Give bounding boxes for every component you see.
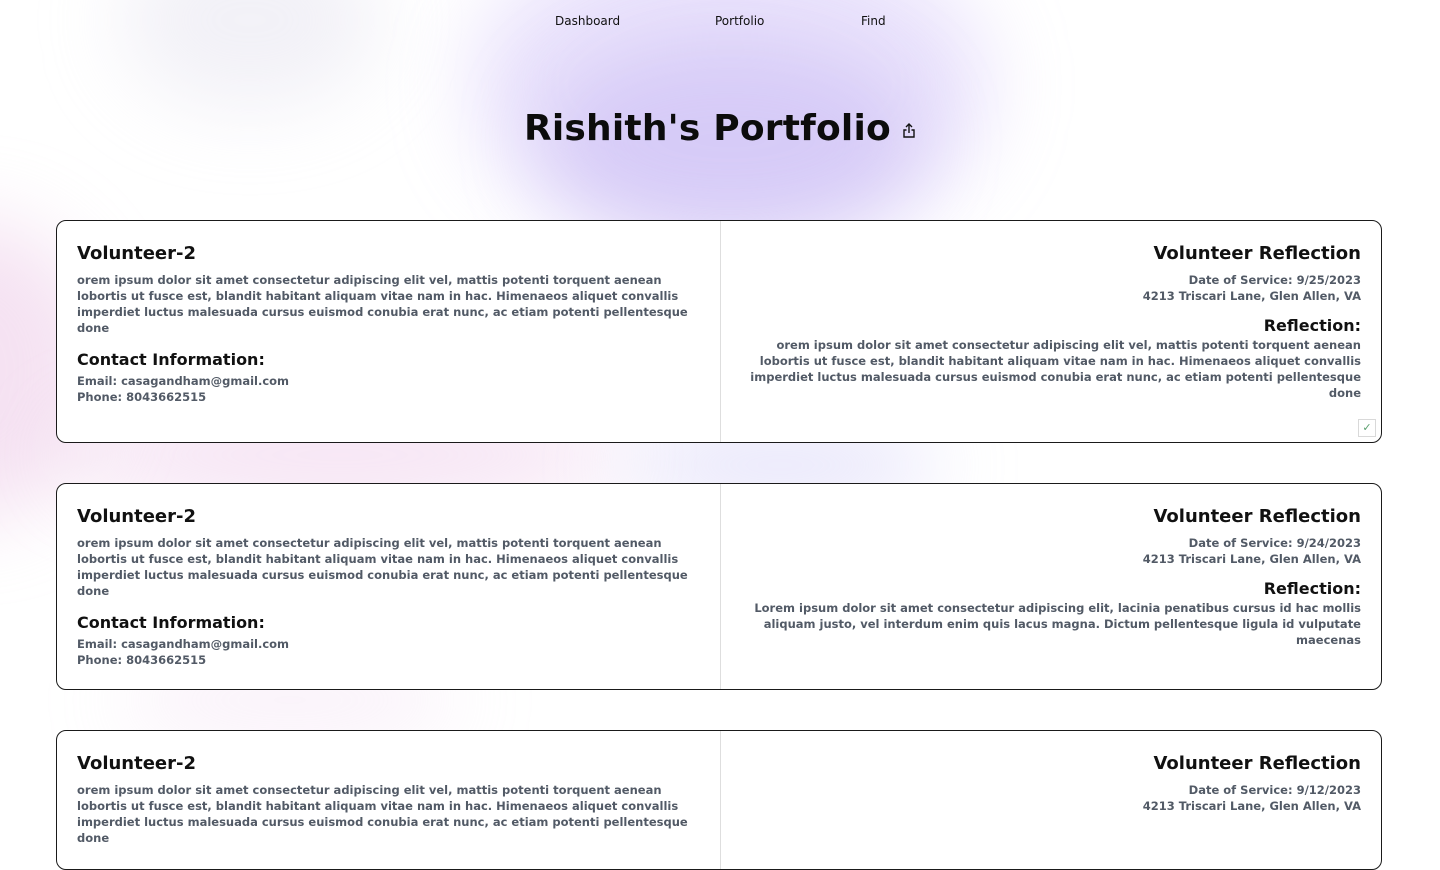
- reflection-heading: Volunteer Reflection: [741, 753, 1361, 774]
- reflection-heading: Volunteer Reflection: [741, 506, 1361, 527]
- service-date: Date of Service: 9/12/2023: [741, 782, 1361, 798]
- volunteer-reflection: Volunteer Reflection Date of Service: 9/…: [741, 506, 1361, 648]
- volunteer-reflection: Volunteer Reflection Date of Service: 9/…: [741, 243, 1361, 401]
- volunteer-description: orem ipsum dolor sit amet consectetur ad…: [77, 272, 697, 336]
- reflection-label: Reflection:: [741, 579, 1361, 598]
- volunteer-card: Volunteer-2 orem ipsum dolor sit amet co…: [56, 730, 1382, 870]
- contact-email: Email: casagandham@gmail.com: [77, 636, 697, 652]
- share-icon[interactable]: [902, 123, 916, 139]
- contact-phone: Phone: 8043662515: [77, 389, 697, 405]
- volunteer-info: Volunteer-2 orem ipsum dolor sit amet co…: [77, 753, 697, 846]
- volunteer-description: orem ipsum dolor sit amet consectetur ad…: [77, 535, 697, 599]
- service-address: 4213 Triscari Lane, Glen Allen, VA: [741, 798, 1361, 814]
- service-address: 4213 Triscari Lane, Glen Allen, VA: [741, 288, 1361, 304]
- page-header: Rishith's Portfolio: [0, 108, 1440, 149]
- nav-link-dashboard[interactable]: Dashboard: [555, 14, 620, 28]
- volunteer-name: Volunteer-2: [77, 753, 697, 774]
- top-nav: Dashboard Portfolio Find: [0, 14, 1440, 34]
- page-title: Rishith's Portfolio: [524, 108, 891, 149]
- card-divider: [720, 731, 721, 869]
- checkmark-icon[interactable]: ✓: [1358, 419, 1376, 437]
- card-divider: [720, 221, 721, 442]
- volunteer-description: orem ipsum dolor sit amet consectetur ad…: [77, 782, 697, 846]
- volunteer-name: Volunteer-2: [77, 243, 697, 264]
- volunteer-info: Volunteer-2 orem ipsum dolor sit amet co…: [77, 506, 697, 668]
- service-date: Date of Service: 9/25/2023: [741, 272, 1361, 288]
- service-address: 4213 Triscari Lane, Glen Allen, VA: [741, 551, 1361, 567]
- nav-link-portfolio[interactable]: Portfolio: [715, 14, 764, 28]
- contact-phone: Phone: 8043662515: [77, 652, 697, 668]
- volunteer-card: Volunteer-2 orem ipsum dolor sit amet co…: [56, 220, 1382, 443]
- reflection-heading: Volunteer Reflection: [741, 243, 1361, 264]
- card-divider: [720, 484, 721, 689]
- service-date: Date of Service: 9/24/2023: [741, 535, 1361, 551]
- volunteer-reflection: Volunteer Reflection Date of Service: 9/…: [741, 753, 1361, 814]
- reflection-label: Reflection:: [741, 316, 1361, 335]
- contact-heading: Contact Information:: [77, 613, 697, 632]
- reflection-text: orem ipsum dolor sit amet consectetur ad…: [741, 337, 1361, 401]
- nav-link-find[interactable]: Find: [861, 14, 886, 28]
- volunteer-info: Volunteer-2 orem ipsum dolor sit amet co…: [77, 243, 697, 405]
- volunteer-name: Volunteer-2: [77, 506, 697, 527]
- contact-email: Email: casagandham@gmail.com: [77, 373, 697, 389]
- contact-heading: Contact Information:: [77, 350, 697, 369]
- volunteer-card: Volunteer-2 orem ipsum dolor sit amet co…: [56, 483, 1382, 690]
- reflection-text: Lorem ipsum dolor sit amet consectetur a…: [741, 600, 1361, 648]
